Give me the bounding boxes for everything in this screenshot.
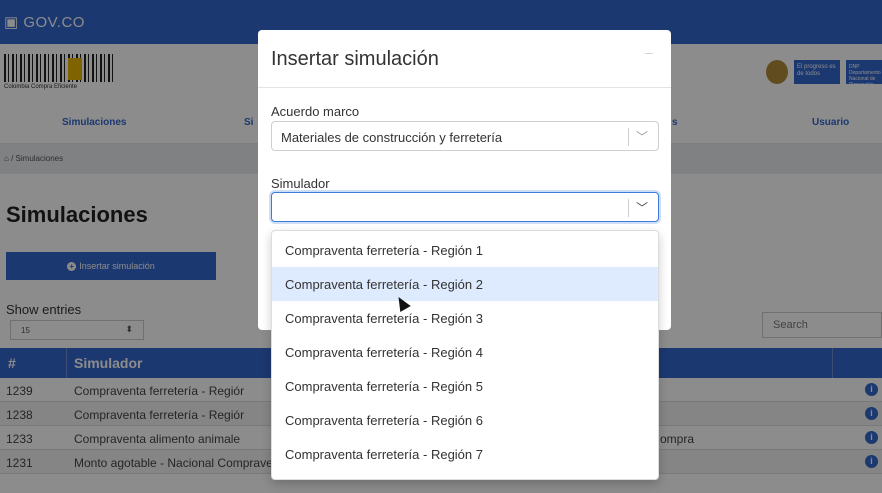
modal-title: Insertar simulación [271, 48, 439, 70]
chevron-down-icon[interactable]: ﹀ [636, 199, 648, 216]
acuerdo-marco-label: Acuerdo marco [271, 104, 360, 119]
dropdown-option[interactable]: Compraventa ferretería - Región 6 [272, 403, 658, 437]
simulador-label: Simulador [271, 176, 330, 191]
dropdown-option-hovered[interactable]: Compraventa ferretería - Región 2 [272, 267, 658, 301]
close-icon[interactable]: – [645, 44, 653, 60]
modal-header: Insertar simulación – [258, 30, 671, 88]
acuerdo-marco-select[interactable]: Materiales de construcción y ferretería … [271, 121, 659, 151]
dropdown-option[interactable]: Compraventa ferretería - Región 4 [272, 335, 658, 369]
simulador-dropdown-menu: Compraventa ferretería - Región 1 Compra… [271, 230, 659, 480]
chevron-down-icon[interactable]: ﹀ [636, 128, 648, 145]
simulador-select[interactable]: ﹀ [271, 192, 659, 222]
dropdown-option[interactable]: Compraventa ferretería - Región 3 [272, 301, 658, 335]
dropdown-option[interactable]: Compraventa ferretería - Región 5 [272, 369, 658, 403]
dropdown-option[interactable]: Compraventa ferretería - Región 1 [272, 233, 658, 267]
dropdown-option[interactable]: Compraventa ferretería - Región 7 [272, 437, 658, 471]
